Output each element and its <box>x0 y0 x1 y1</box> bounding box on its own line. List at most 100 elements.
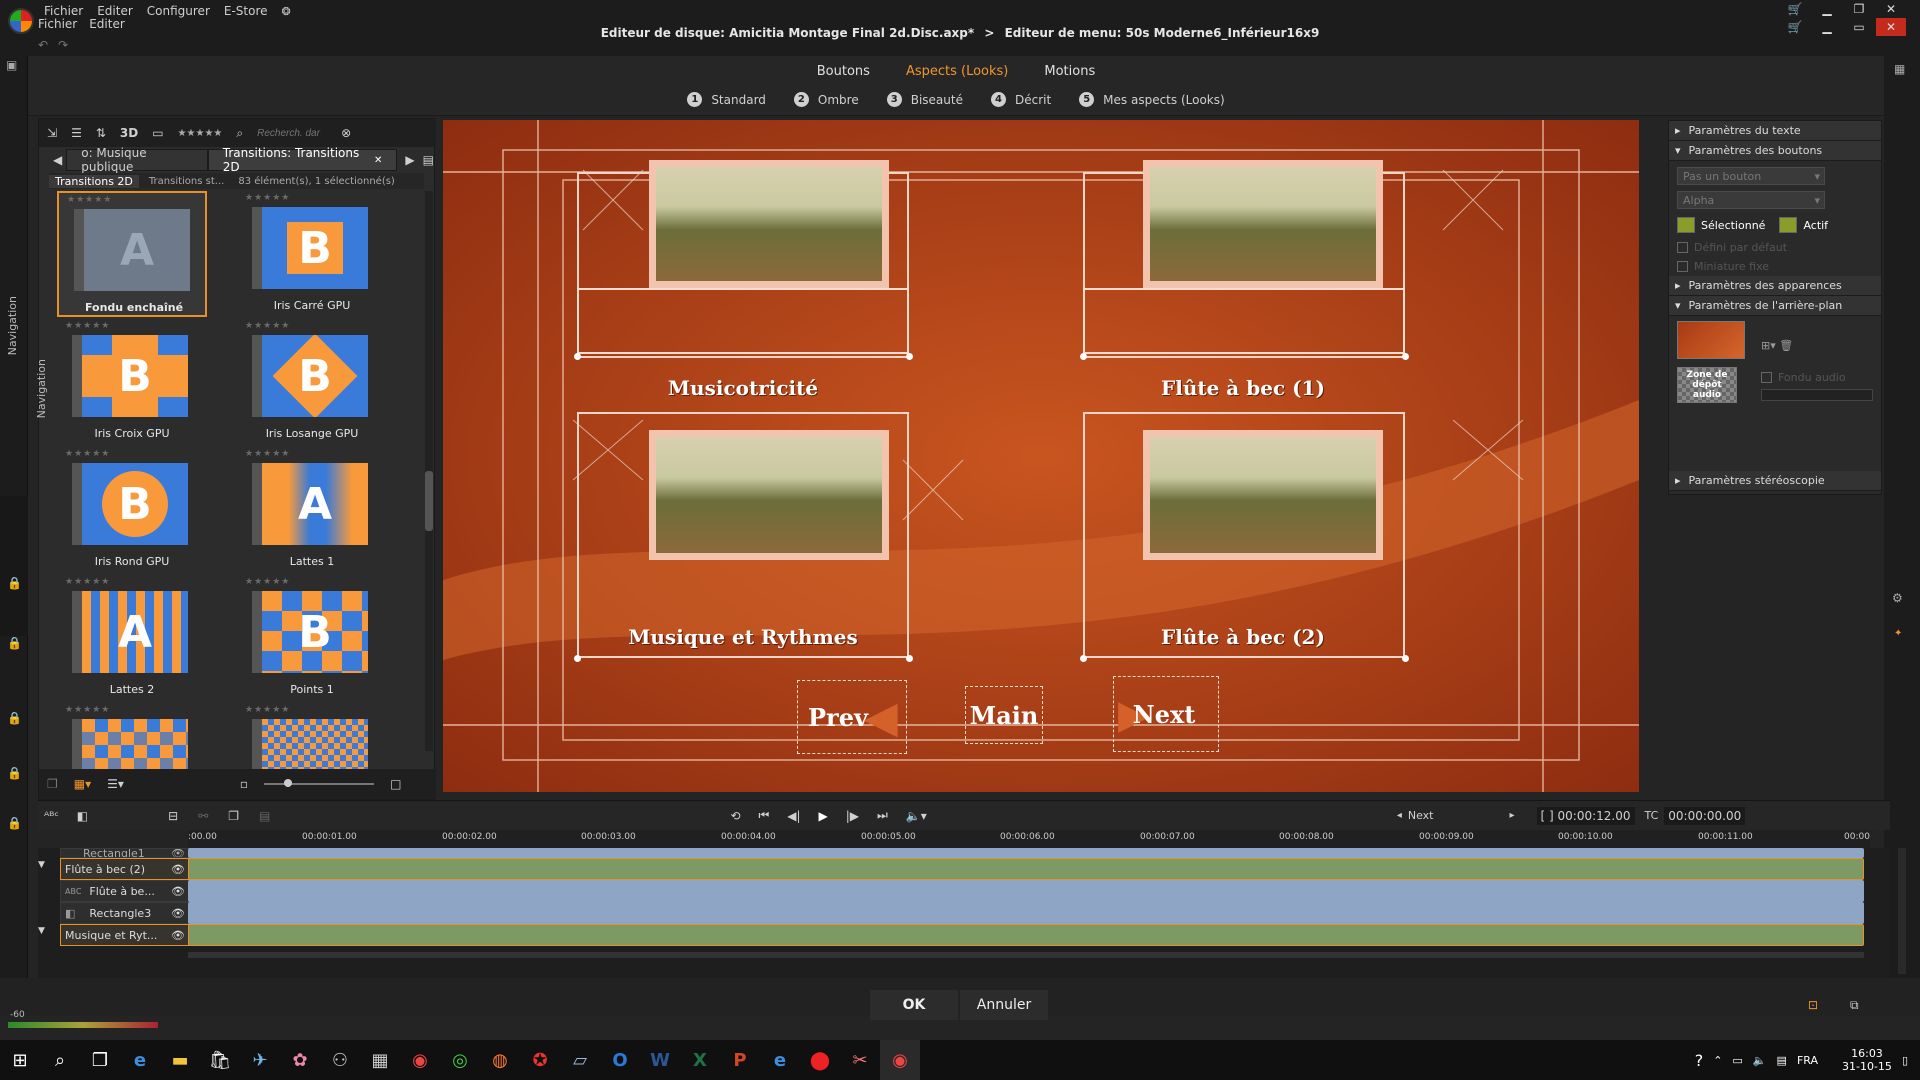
track-header[interactable]: ABC Flûte à be... 👁 <box>60 880 190 902</box>
timeline-vscrollbar[interactable] <box>1898 848 1906 974</box>
step-back-icon[interactable]: ◀| <box>787 809 800 823</box>
app-icon-2[interactable]: ⚇ <box>320 1040 360 1080</box>
sort-icon[interactable]: ⇅ <box>96 126 106 140</box>
selection-handle[interactable] <box>1080 655 1087 662</box>
rating-stars[interactable]: ★★★★★ <box>65 577 110 587</box>
chapter-title-3[interactable]: Musique et Rythmes <box>543 625 943 649</box>
background-options-icon[interactable]: ⊞▾ 🗑 <box>1761 339 1793 352</box>
app-icon-4[interactable]: ▱ <box>560 1040 600 1080</box>
align-icon[interactable]: ⊟ <box>168 809 178 823</box>
track-header[interactable]: Musique et Ryt... 👁 <box>60 924 190 946</box>
word-icon[interactable]: W <box>640 1040 680 1080</box>
minimize-button[interactable]: ▁ <box>1812 0 1842 18</box>
breadcrumb-disc[interactable]: Editeur de disque: Amicitia Montage Fina… <box>601 26 974 40</box>
rating-stars[interactable]: ★★★★★ <box>245 449 290 459</box>
selection-handle[interactable] <box>1080 353 1087 360</box>
play-icon[interactable]: ▶ <box>819 809 828 823</box>
menu-estore[interactable]: E-Store <box>224 4 268 18</box>
chapter-button-1[interactable] <box>577 288 909 354</box>
section-stereo-settings[interactable]: ▸ Paramètres stéréoscopie <box>1669 471 1881 491</box>
calculator-icon[interactable]: ▦ <box>360 1040 400 1080</box>
lock-icon-4[interactable]: 🔒 <box>7 766 22 780</box>
subtab-decrit[interactable]: 4 Décrit <box>990 92 1051 107</box>
library-item-iris-carre[interactable]: ★★★★★ B Iris Carré GPU <box>237 191 387 317</box>
notification-icon[interactable]: ▤ <box>1777 1054 1787 1067</box>
edge-icon[interactable]: e <box>120 1040 160 1080</box>
eye-icon[interactable]: 👁 <box>171 849 185 857</box>
selection-handle[interactable] <box>574 353 581 360</box>
track-clip[interactable] <box>188 848 1864 858</box>
subtab-standard[interactable]: 1 Standard <box>687 92 766 107</box>
menu-editer[interactable]: Editer <box>97 4 133 18</box>
audio-fade-checkbox[interactable] <box>1761 372 1772 383</box>
network-icon[interactable]: ▭ <box>1732 1054 1742 1067</box>
eye-icon[interactable]: 👁 <box>171 929 185 942</box>
search-icon[interactable]: ⌕ <box>236 126 243 141</box>
rating-stars[interactable]: ★★★★★ <box>245 193 290 203</box>
timeline-hscrollbar[interactable] <box>188 952 1864 958</box>
rating-stars[interactable]: ★★★★★ <box>245 577 290 587</box>
star-icon[interactable]: ✦ <box>1894 628 1902 639</box>
subtab-mes-aspects[interactable]: 5 Mes aspects (Looks) <box>1079 92 1225 107</box>
close-button[interactable]: ✕ <box>1876 18 1906 36</box>
section-appearance-settings[interactable]: ▸ Paramètres des apparences <box>1669 276 1881 296</box>
windows-start-icon[interactable]: ⊞ <box>0 1040 40 1080</box>
app-icon[interactable]: ✈ <box>240 1040 280 1080</box>
rating-stars[interactable]: ★★★★★ <box>67 195 112 205</box>
track-header[interactable]: ◧ Rectangle3 👁 <box>60 902 190 924</box>
filter-icon[interactable]: ▭ <box>152 126 163 140</box>
new-tab-icon[interactable]: ▤ <box>423 153 434 167</box>
library-search-input[interactable] <box>257 127 328 139</box>
tab-musique-publique[interactable]: o: Musique publique <box>66 146 208 174</box>
audio-fade-slider[interactable] <box>1761 389 1873 401</box>
thumb-checkbox[interactable] <box>1677 261 1688 272</box>
task-view-icon[interactable]: ❐ <box>80 1040 120 1080</box>
go-start-icon[interactable]: ⏮ <box>758 808 769 823</box>
restore-button[interactable]: ❐ <box>1844 0 1874 18</box>
track-header[interactable]: Flûte à bec (2) 👁 <box>60 858 190 880</box>
selection-handle[interactable] <box>906 655 913 662</box>
cart-icon-2[interactable]: 🛒 <box>1780 18 1810 36</box>
maximize-button[interactable]: ▭ <box>1844 18 1874 36</box>
selection-handle[interactable] <box>574 655 581 662</box>
zoom-in-icon[interactable]: □ <box>390 777 401 791</box>
library-item-fondu[interactable]: ★★★★★ A Fondu enchaîné <box>57 191 207 317</box>
duplicate-icon[interactable]: ❐ <box>228 809 239 823</box>
collapse-icon[interactable]: ▼ <box>38 926 45 936</box>
subtab-biseaute[interactable]: 3 Biseauté <box>886 92 963 107</box>
main-button[interactable]: Main <box>965 686 1043 744</box>
mode-3d-button[interactable]: 3D <box>120 126 138 140</box>
track-clip[interactable] <box>188 924 1864 946</box>
volume-tray-icon[interactable]: 🔈 <box>1753 1054 1767 1067</box>
chapter-title-2[interactable]: Flûte à bec (1) <box>1043 376 1443 400</box>
prev-menu-icon[interactable]: ◂ <box>1397 810 1402 821</box>
chapter-button-2[interactable] <box>1083 288 1405 354</box>
menu-name-label[interactable]: Next <box>1408 809 1434 822</box>
subtab-ombre[interactable]: 2 Ombre <box>793 92 859 107</box>
tab-aspects[interactable]: Aspects (Looks) <box>906 64 1008 79</box>
undo-icon[interactable]: ↶ <box>38 38 48 52</box>
file-explorer-icon[interactable]: ▬ <box>160 1040 200 1080</box>
step-forward-icon[interactable]: |▶ <box>846 809 859 823</box>
navigation-strip-label[interactable]: Navigation <box>6 296 19 355</box>
external-preview-icon[interactable]: ⧉ <box>1850 998 1859 1013</box>
chrome-icon[interactable]: ◎ <box>440 1040 480 1080</box>
minimize-button-2[interactable]: ▁ <box>1812 18 1842 36</box>
eye-icon[interactable]: 👁 <box>171 907 185 920</box>
lock-icon-2[interactable]: 🔒 <box>7 636 22 650</box>
zoom-out-icon[interactable]: ▫ <box>240 777 248 791</box>
track-clip[interactable] <box>188 858 1864 880</box>
background-thumbnail[interactable] <box>1677 321 1745 359</box>
alpha-dropdown[interactable]: Alpha ▾ <box>1677 191 1825 209</box>
track-header[interactable]: Rectangle1 👁 <box>60 848 190 858</box>
cancel-button[interactable]: Annuler <box>960 990 1048 1020</box>
selection-handle[interactable] <box>1402 655 1409 662</box>
tab-scroll-right-icon[interactable]: ▶ <box>397 153 422 167</box>
chapter-title-4[interactable]: Flûte à bec (2) <box>1043 625 1443 649</box>
breadcrumb-menu[interactable]: Editeur de menu: 50s Moderne6_Inférieur1… <box>1005 26 1320 40</box>
acrobat-icon[interactable]: ⬤ <box>800 1040 840 1080</box>
section-button-settings[interactable]: ▾ Paramètres des boutons <box>1669 141 1881 161</box>
rating-stars[interactable]: ★★★★★ <box>245 321 290 331</box>
tab-transitions-2d[interactable]: Transitions: Transitions 2D ✕ <box>207 146 398 174</box>
cart-icon[interactable]: 🛒 <box>1780 0 1810 18</box>
